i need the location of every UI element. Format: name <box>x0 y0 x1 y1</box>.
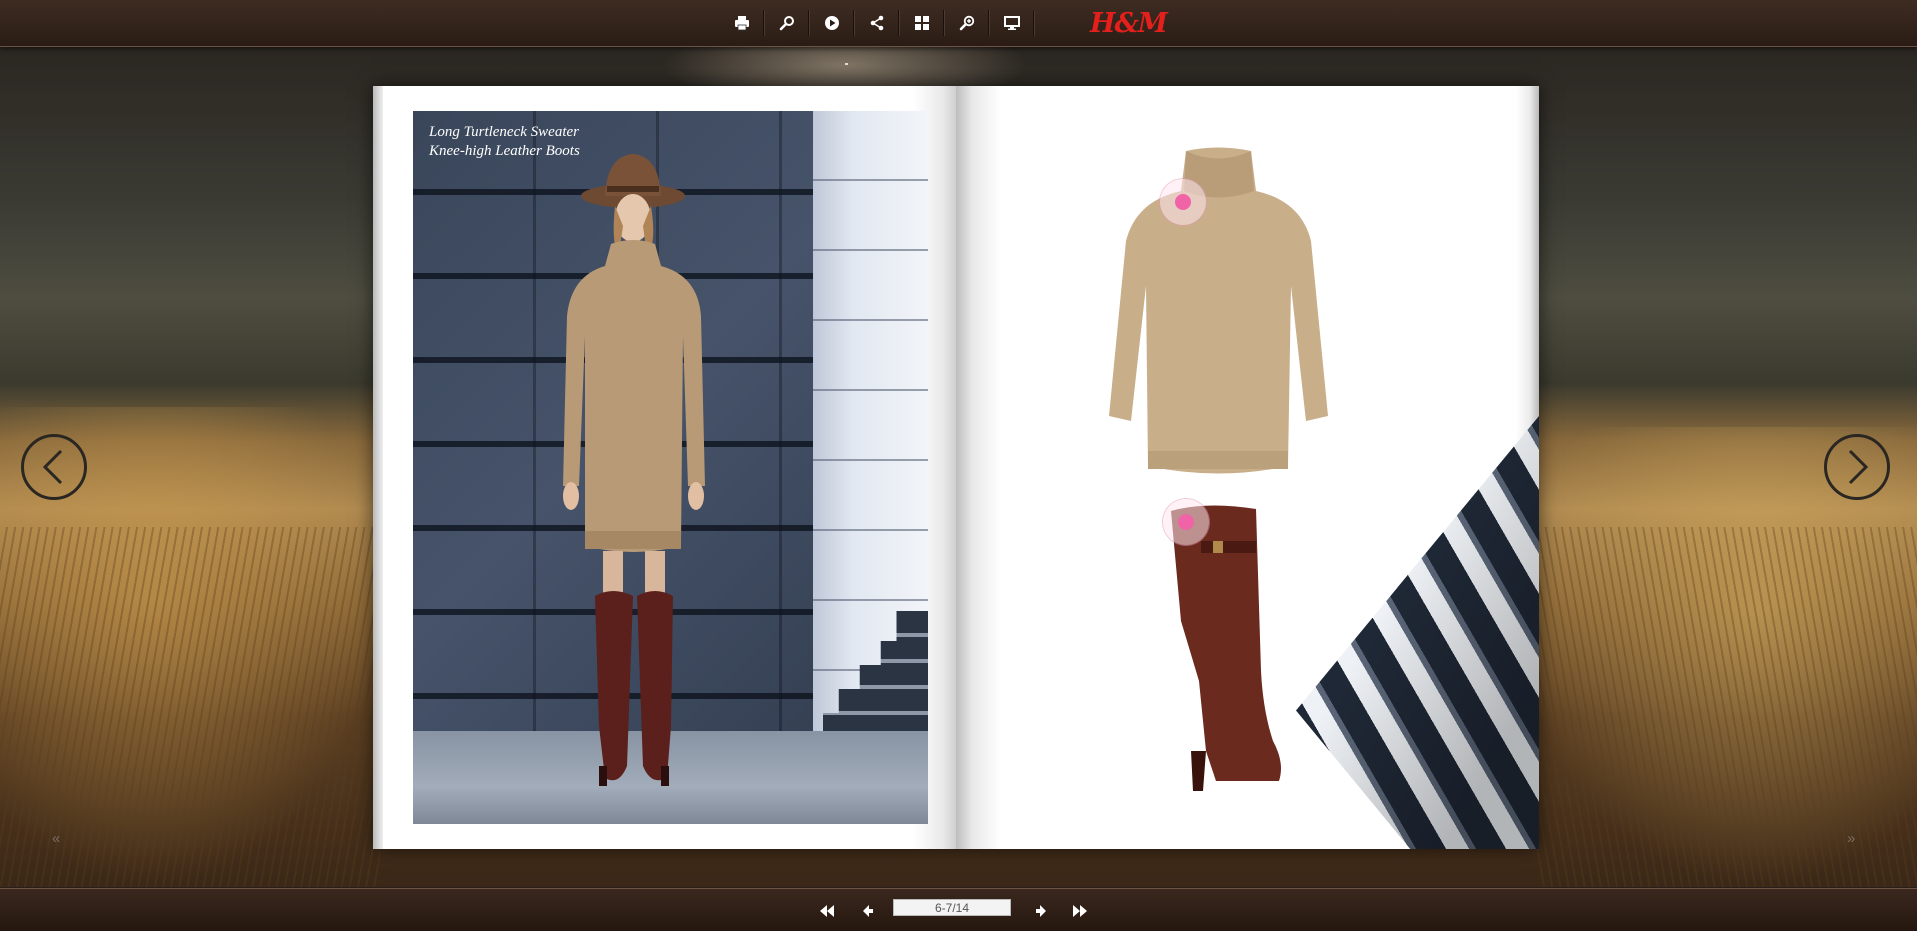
page-edge <box>373 86 383 849</box>
caption-line-2: Knee-high Leather Boots <box>429 143 580 159</box>
sweater-hotspot-dot <box>1175 194 1191 210</box>
share-icon <box>870 15 884 31</box>
sweater-hotspot[interactable] <box>1160 179 1206 225</box>
toolbar-divider <box>898 10 900 36</box>
zoom-button[interactable] <box>952 8 982 38</box>
sweater-product-image[interactable] <box>1106 146 1331 476</box>
model-figure <box>563 154 705 786</box>
toolbar-divider <box>853 10 855 36</box>
background-grass-right <box>1537 527 1917 887</box>
search-icon <box>779 16 794 31</box>
previous-page-arrow[interactable] <box>21 434 87 500</box>
caption-line-1: Long Turtleneck Sweater <box>429 124 579 140</box>
left-page[interactable]: Long Turtleneck Sweater Knee-high Leathe… <box>373 86 956 849</box>
brand-logo[interactable]: H&M <box>1090 4 1168 42</box>
double-right-arrow-icon <box>1073 905 1087 917</box>
brand-logo-text: H&M <box>1090 7 1168 39</box>
toolbar-divider <box>988 10 990 36</box>
share-button[interactable] <box>862 8 892 38</box>
grid-icon <box>915 16 929 30</box>
toolbar-divider <box>943 10 945 36</box>
first-page-button[interactable] <box>816 901 838 921</box>
chevron-right-icon <box>1848 449 1869 485</box>
thumbnails-button[interactable] <box>907 8 937 38</box>
chevron-left-icon <box>42 449 63 485</box>
toolbar-divider <box>763 10 765 36</box>
double-left-arrow-icon <box>820 905 834 917</box>
bottom-navigation-bar <box>0 888 1917 931</box>
right-arrow-icon <box>1036 905 1046 917</box>
last-page-small-icon[interactable]: » <box>1847 830 1855 847</box>
right-page[interactable] <box>956 86 1539 849</box>
toolbar-divider <box>1033 10 1035 36</box>
page-curl-preview[interactable] <box>1296 416 1539 849</box>
previous-page-button[interactable] <box>857 901 879 921</box>
scene-dot <box>845 63 848 65</box>
print-button[interactable] <box>727 8 757 38</box>
page-curl-shade <box>1296 416 1539 849</box>
flipbook: Long Turtleneck Sweater Knee-high Leathe… <box>373 86 1539 849</box>
page-number-input[interactable] <box>893 899 1011 916</box>
boot-product-image[interactable] <box>1161 501 1286 791</box>
next-page-button[interactable] <box>1030 901 1052 921</box>
autoplay-button[interactable] <box>817 8 847 38</box>
toolbar-divider <box>808 10 810 36</box>
fullscreen-button[interactable] <box>997 8 1027 38</box>
fashion-photo: Long Turtleneck Sweater Knee-high Leathe… <box>413 111 928 824</box>
next-page-arrow[interactable] <box>1824 434 1890 500</box>
left-arrow-icon <box>863 905 873 917</box>
last-page-button[interactable] <box>1069 901 1091 921</box>
photo-caption: Long Turtleneck Sweater Knee-high Leathe… <box>429 123 580 161</box>
top-toolbar: H&M <box>0 0 1917 47</box>
zoom-icon <box>959 15 975 31</box>
first-page-small-icon[interactable]: « <box>52 830 60 847</box>
boot-hotspot-dot <box>1178 514 1194 530</box>
monitor-icon <box>1004 16 1020 30</box>
search-button[interactable] <box>772 8 802 38</box>
print-icon <box>735 16 749 31</box>
play-icon <box>825 16 839 30</box>
boot-hotspot[interactable] <box>1163 499 1209 545</box>
